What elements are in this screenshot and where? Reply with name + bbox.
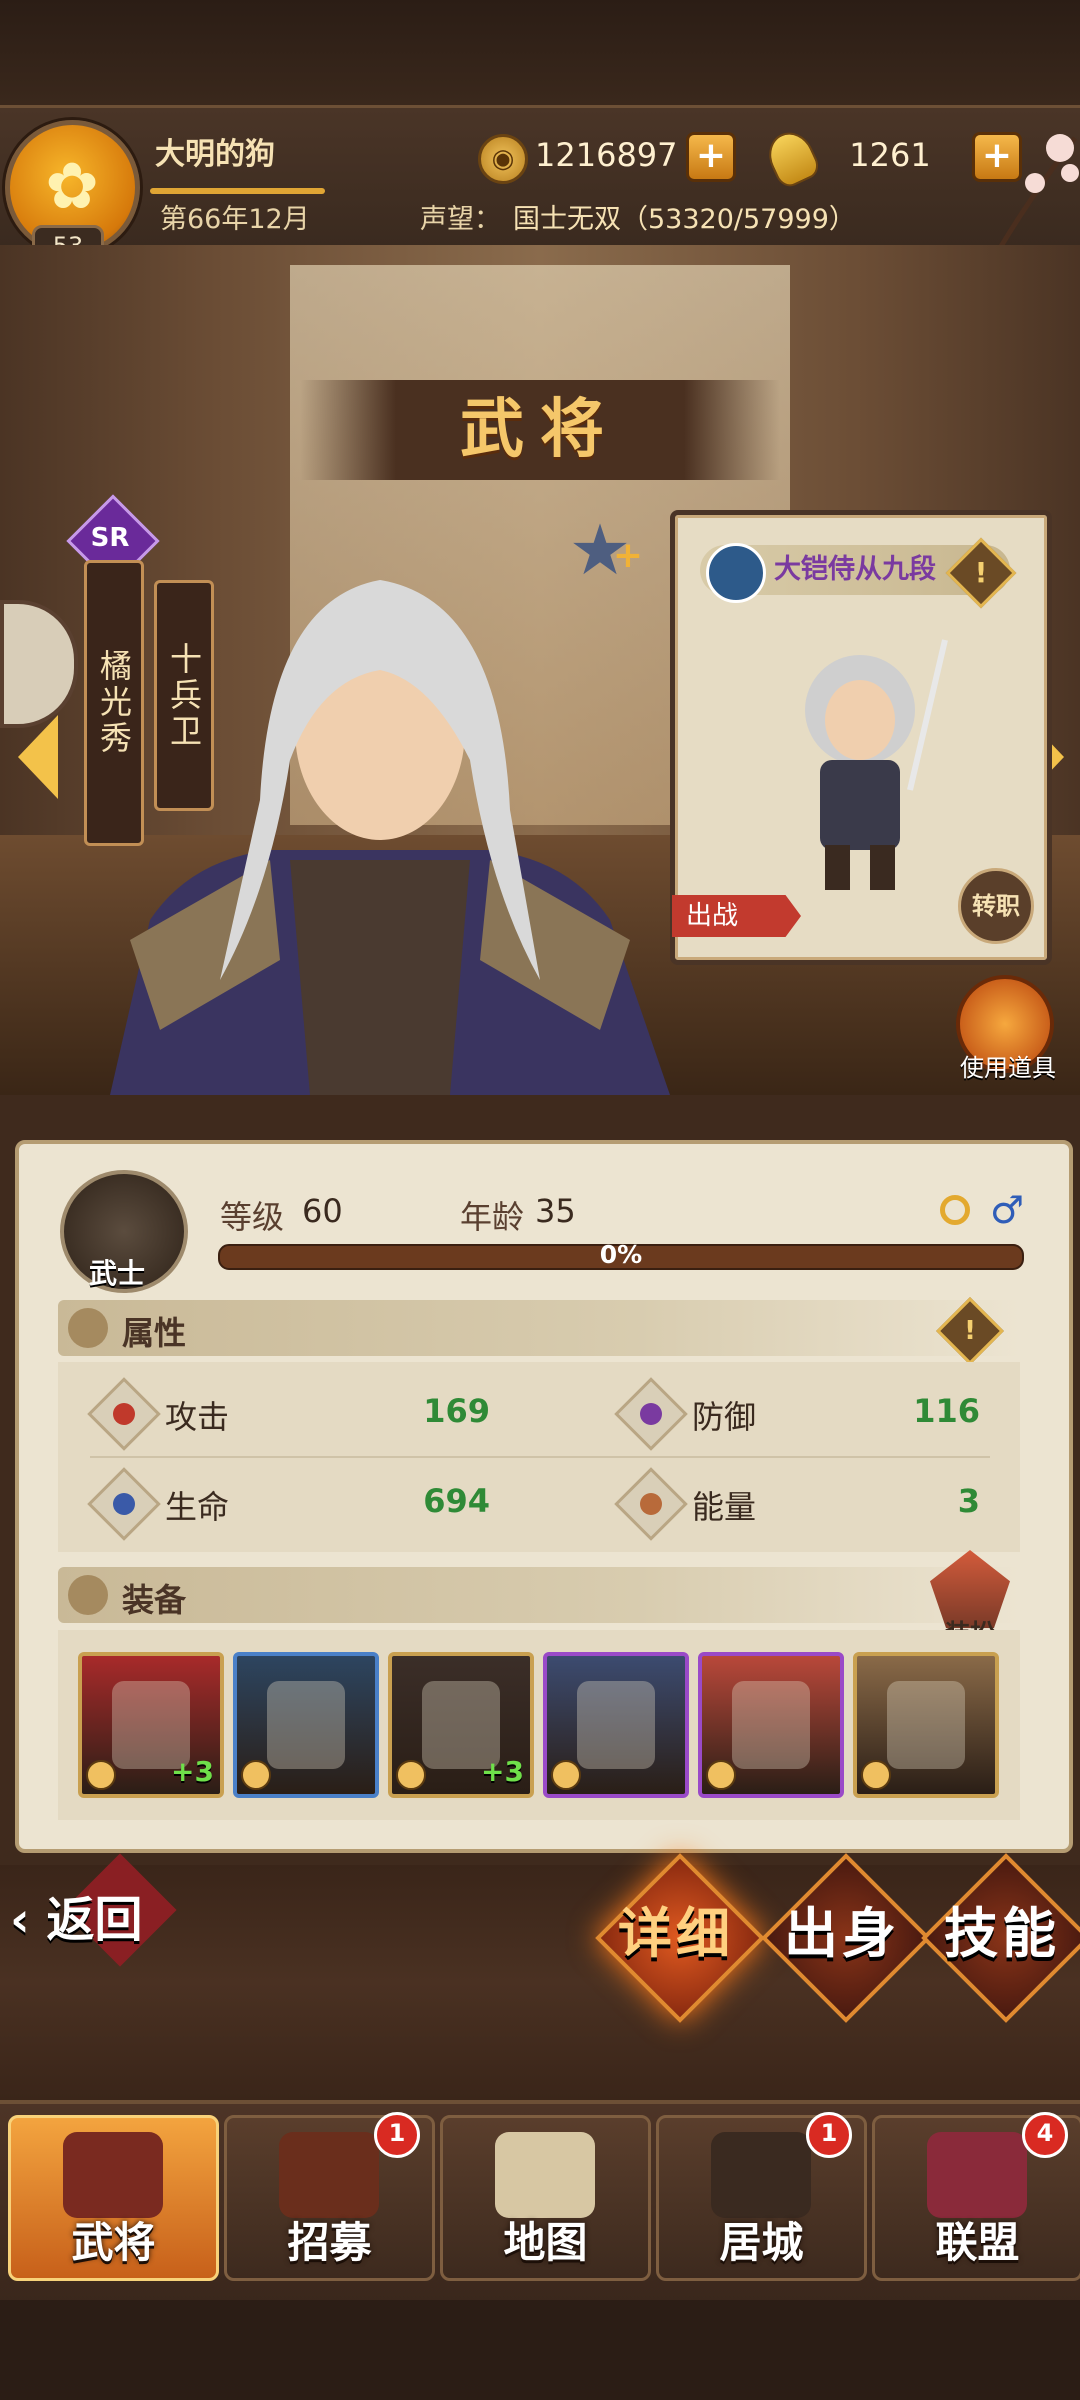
cherry-blossom-decoration <box>997 134 1079 248</box>
name-underline <box>150 188 325 194</box>
slot-gem-icon <box>241 1760 271 1790</box>
attributes-title: 属性 <box>122 1314 187 1352</box>
defense-value: 116 <box>913 1392 980 1430</box>
nav-tab-map[interactable]: 地图 <box>440 2115 651 2281</box>
player-name: 大明的狗 <box>155 137 275 172</box>
level-label: 等级 <box>220 1198 285 1236</box>
prestige-info: 声望： 国士无双（53320/57999） <box>420 200 980 240</box>
origin-tab-button[interactable]: 出身 <box>762 1854 922 2014</box>
equipment-slot-boots[interactable] <box>853 1652 999 1798</box>
coin-icon: ◉ <box>478 134 528 184</box>
nav-tab-generals[interactable]: 武将 <box>8 2115 219 2281</box>
gauntlet-icon <box>267 1681 345 1769</box>
hero-portrait <box>110 580 670 1095</box>
fan-icon <box>68 1308 108 1348</box>
equipment-title: 装备 <box>122 1581 187 1619</box>
deploy-label[interactable]: 出战 <box>672 895 801 937</box>
marriage-ring-icon[interactable] <box>940 1195 970 1225</box>
coin-amount: 1216897 <box>535 136 678 174</box>
equipment-slot-helmet[interactable]: +3 <box>388 1652 534 1798</box>
bottom-strip <box>0 2300 1080 2400</box>
recruit-icon <box>279 2132 379 2218</box>
prestige-value: 国士无双（53320/57999） <box>513 204 856 235</box>
armor-icon <box>577 1681 655 1769</box>
upgrade-level: +3 <box>481 1755 524 1788</box>
use-item-label[interactable]: 使用道具 <box>948 1048 1068 1084</box>
age-value: 35 <box>535 1192 576 1230</box>
class-badge-label: 武士 <box>88 1257 145 1290</box>
stats-divider <box>90 1456 990 1458</box>
hp-value: 694 <box>423 1482 490 1520</box>
rarity-text: SR <box>90 523 130 553</box>
slot-gem-icon <box>706 1760 736 1790</box>
level-value: 60 <box>302 1192 343 1230</box>
energy-label: 能量 <box>692 1488 757 1526</box>
notification-badge: 1 <box>806 2112 852 2158</box>
nav-tab-label: 武将 <box>71 2218 156 2267</box>
class-transfer-button[interactable]: 转职 <box>958 868 1034 944</box>
boots-icon <box>887 1681 965 1769</box>
age-label: 年龄 <box>460 1198 525 1236</box>
add-coins-button[interactable]: + <box>686 132 736 182</box>
nav-tab-label: 地图 <box>503 2218 588 2267</box>
page-title: 武将 <box>460 393 620 467</box>
game-date: 第66年12月 <box>160 204 310 235</box>
chibi-hero-figure <box>805 639 948 890</box>
equipment-slot-armor[interactable] <box>543 1652 689 1798</box>
gold-amount: 1261 <box>849 136 931 174</box>
detail-tab-button[interactable]: 详细 <box>596 1854 756 2014</box>
male-gender-icon: ♂ <box>990 1188 1025 1232</box>
equipment-slot-sword[interactable]: +3 <box>78 1652 224 1798</box>
equipment-slot-skirt-armor[interactable] <box>698 1652 844 1798</box>
hp-label: 生命 <box>165 1488 230 1526</box>
energy-value: 3 <box>957 1482 980 1520</box>
map-icon <box>495 2132 595 2218</box>
notification-badge: 1 <box>374 2112 420 2158</box>
nav-tab-alliance[interactable]: 联盟 4 <box>872 2112 1080 2281</box>
slot-gem-icon <box>86 1760 116 1790</box>
nav-tab-label: 招募 <box>287 2218 372 2267</box>
attributes-header <box>58 1300 1020 1356</box>
defense-label: 防御 <box>692 1398 757 1436</box>
upgrade-level: +3 <box>171 1755 214 1788</box>
attack-label: 攻击 <box>165 1398 230 1436</box>
skirt-armor-icon <box>732 1681 810 1769</box>
notification-badge: 4 <box>1022 2112 1068 2158</box>
castle-icon <box>711 2132 811 2218</box>
back-label: 返回 <box>46 1892 143 1948</box>
nav-tab-recruit[interactable]: 招募 1 <box>224 2112 435 2281</box>
clan-crest-icon: ✿ <box>45 150 99 224</box>
slot-gem-icon <box>551 1760 581 1790</box>
slot-gem-icon <box>396 1760 426 1790</box>
prev-hero-arrow-icon[interactable] <box>18 715 58 799</box>
nav-tab-label: 居城 <box>719 2218 804 2267</box>
experience-percent: 0% <box>599 1240 643 1269</box>
nav-tab-label: 联盟 <box>935 2218 1020 2267</box>
equipment-slot-gauntlet[interactable] <box>233 1652 379 1798</box>
nav-tab-castle[interactable]: 居城 1 <box>656 2112 867 2281</box>
generals-icon <box>63 2132 163 2218</box>
alliance-icon <box>927 2132 1027 2218</box>
pouch-icon <box>68 1575 108 1615</box>
slot-gem-icon <box>861 1760 891 1790</box>
class-emblem-icon <box>706 543 766 603</box>
equipment-header <box>58 1567 1020 1623</box>
back-button[interactable]: ‹ 返回 <box>10 1880 185 1960</box>
skill-tab-button[interactable]: 技能 <box>922 1854 1080 2014</box>
attack-value: 169 <box>423 1392 490 1430</box>
top-strip <box>0 0 1080 105</box>
prestige-label: 声望： <box>420 204 501 235</box>
